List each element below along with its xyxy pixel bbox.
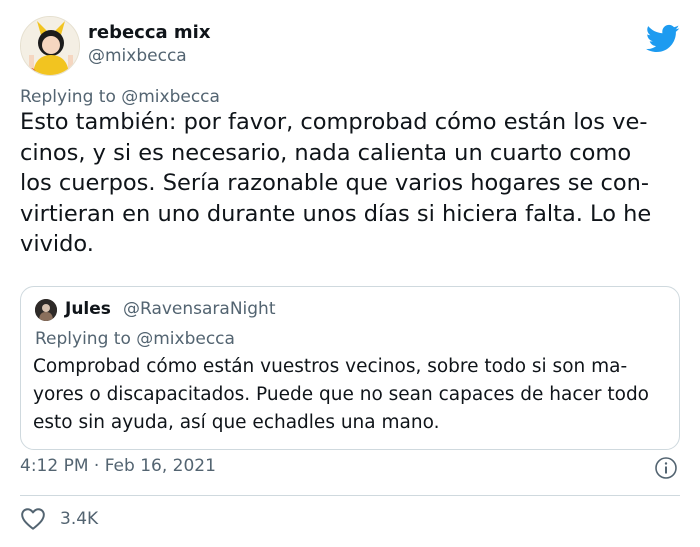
quote-text: Comprobad cómo están vuestros vecinos, s… [33,356,650,433]
info-icon[interactable] [654,456,678,480]
avatar[interactable] [20,16,80,76]
quote-avatar [35,299,57,321]
quote-author-handle: @RavensaraNight [123,299,276,319]
tweet-timestamp[interactable]: 4:12 PM · Feb 16, 2021 [20,456,216,476]
author-handle[interactable]: @mixbecca [88,46,187,66]
twitter-bird-icon[interactable] [646,24,680,54]
quote-author-name: Jules [65,299,111,319]
quoted-tweet[interactable]: Jules @RavensaraNight Replying to @mixbe… [20,286,680,450]
tweet-header: rebecca mix @mixbecca [20,10,680,80]
quote-replying-to: Replying to @mixbecca [35,329,235,349]
heart-icon[interactable] [20,507,46,531]
divider [20,495,680,496]
like-count: 3.4K [60,509,99,529]
replying-to[interactable]: Replying to @mixbecca [20,87,220,107]
like-action[interactable]: 3.4K [20,507,98,531]
author-name[interactable]: rebecca mix [88,22,210,43]
tweet-text: Esto también: por favor, comprobad cómo … [20,109,652,257]
